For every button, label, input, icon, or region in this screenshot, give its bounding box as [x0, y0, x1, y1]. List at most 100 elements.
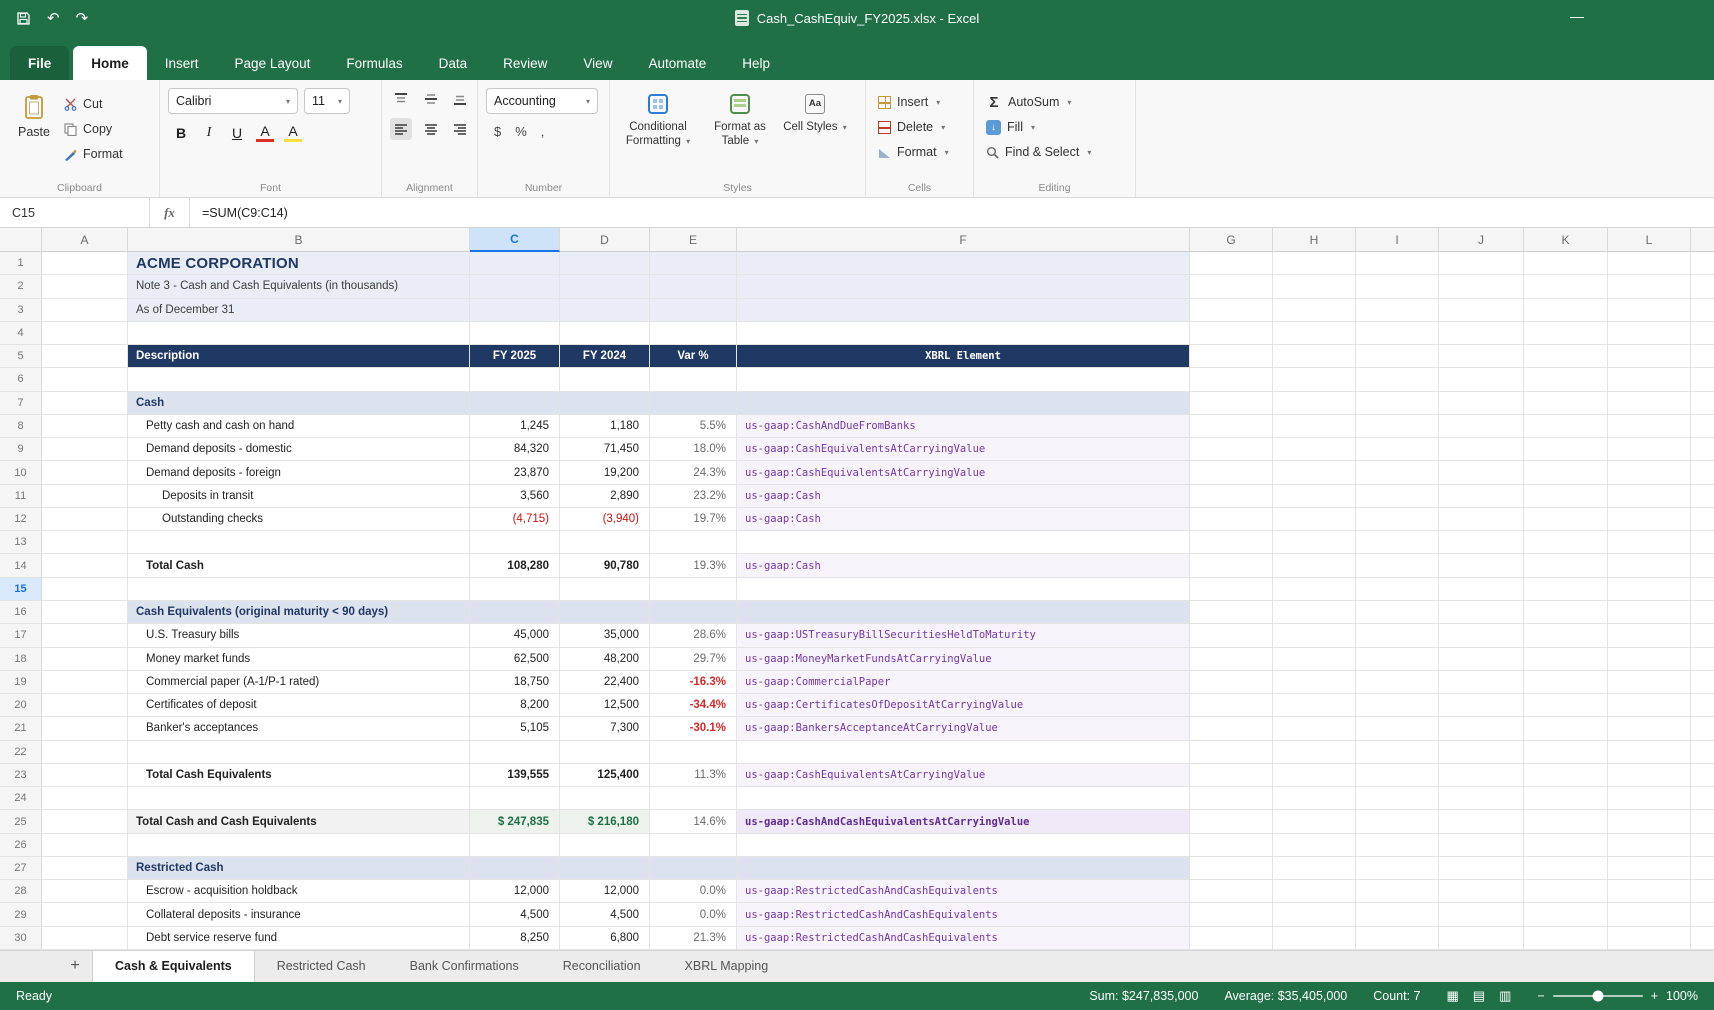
cell-K15[interactable] [1524, 578, 1608, 601]
cell-D24[interactable] [560, 787, 650, 810]
cell-partial30[interactable] [1691, 927, 1714, 950]
cell-L29[interactable] [1608, 903, 1691, 926]
cell-A2[interactable] [42, 275, 128, 298]
cell-I12[interactable] [1356, 508, 1439, 531]
cell-L16[interactable] [1608, 601, 1691, 624]
cell-F11[interactable]: us-gaap:Cash [737, 485, 1190, 508]
cell-E22[interactable] [650, 741, 737, 764]
cell-E2[interactable] [650, 275, 737, 298]
cell-C3[interactable] [470, 299, 560, 322]
row-header-16[interactable]: 16 [0, 601, 42, 624]
col-header-K[interactable]: K [1524, 228, 1608, 252]
cell-I22[interactable] [1356, 741, 1439, 764]
cell-K9[interactable] [1524, 438, 1608, 461]
cell-J1[interactable] [1439, 252, 1524, 275]
cell-A27[interactable] [42, 857, 128, 880]
cell-H10[interactable] [1273, 461, 1356, 484]
cell-D8[interactable]: 1,180 [560, 415, 650, 438]
cell-partial4[interactable] [1691, 322, 1714, 345]
zoom-out-button[interactable]: − [1537, 989, 1544, 1003]
col-header-F[interactable]: F [737, 228, 1190, 252]
cell-I4[interactable] [1356, 322, 1439, 345]
cell-partial16[interactable] [1691, 601, 1714, 624]
cell-L21[interactable] [1608, 717, 1691, 740]
cell-I9[interactable] [1356, 438, 1439, 461]
cell-H14[interactable] [1273, 554, 1356, 577]
cell-L20[interactable] [1608, 694, 1691, 717]
cell-H25[interactable] [1273, 810, 1356, 833]
cell-F29[interactable]: us-gaap:RestrictedCashAndCashEquivalents [737, 903, 1190, 926]
cell-H2[interactable] [1273, 275, 1356, 298]
cell-F9[interactable]: us-gaap:CashEquivalentsAtCarryingValue [737, 438, 1190, 461]
row-header-19[interactable]: 19 [0, 671, 42, 694]
cell-H22[interactable] [1273, 741, 1356, 764]
cell-partial19[interactable] [1691, 671, 1714, 694]
cell-E4[interactable] [650, 322, 737, 345]
cell-B2[interactable]: Note 3 - Cash and Cash Equivalents (in t… [128, 275, 470, 298]
cell-F14[interactable]: us-gaap:Cash [737, 554, 1190, 577]
cell-B21[interactable]: Banker's acceptances [128, 717, 470, 740]
col-header-J[interactable]: J [1439, 228, 1524, 252]
cell-F5[interactable]: XBRL Element [737, 345, 1190, 368]
cell-G5[interactable] [1190, 345, 1273, 368]
cell-A14[interactable] [42, 554, 128, 577]
cell-K25[interactable] [1524, 810, 1608, 833]
cell-G10[interactable] [1190, 461, 1273, 484]
fill-button[interactable]: ↓Fill▾ [982, 115, 1129, 139]
cell-C24[interactable] [470, 787, 560, 810]
cell-E30[interactable]: 21.3% [650, 927, 737, 950]
col-header-C[interactable]: C [470, 228, 560, 252]
sheet-tab-restricted-cash[interactable]: Restricted Cash [255, 951, 388, 982]
cell-G12[interactable] [1190, 508, 1273, 531]
cell-K17[interactable] [1524, 624, 1608, 647]
align-top-icon[interactable] [390, 88, 412, 110]
page-layout-view-icon[interactable]: ▤ [1473, 988, 1485, 1004]
cell-I11[interactable] [1356, 485, 1439, 508]
cell-D21[interactable]: 7,300 [560, 717, 650, 740]
cell-A16[interactable] [42, 601, 128, 624]
cell-A29[interactable] [42, 903, 128, 926]
cell-J2[interactable] [1439, 275, 1524, 298]
row-header-28[interactable]: 28 [0, 880, 42, 903]
cell-H21[interactable] [1273, 717, 1356, 740]
cell-I10[interactable] [1356, 461, 1439, 484]
cell-J14[interactable] [1439, 554, 1524, 577]
cell-D5[interactable]: FY 2024 [560, 345, 650, 368]
format-as-table-button[interactable]: Format as Table ▾ [700, 90, 780, 195]
cell-L27[interactable] [1608, 857, 1691, 880]
row-header-20[interactable]: 20 [0, 694, 42, 717]
cell-partial18[interactable] [1691, 648, 1714, 671]
cell-H11[interactable] [1273, 485, 1356, 508]
cell-J22[interactable] [1439, 741, 1524, 764]
menu-tab-home[interactable]: Home [73, 46, 147, 80]
cell-L8[interactable] [1608, 415, 1691, 438]
cell-B6[interactable] [128, 368, 470, 391]
cell-J21[interactable] [1439, 717, 1524, 740]
cell-D9[interactable]: 71,450 [560, 438, 650, 461]
cell-I26[interactable] [1356, 834, 1439, 857]
save-icon[interactable] [16, 11, 31, 26]
cell-I23[interactable] [1356, 764, 1439, 787]
menu-tab-review[interactable]: Review [485, 46, 565, 80]
cell-I14[interactable] [1356, 554, 1439, 577]
row-header-24[interactable]: 24 [0, 787, 42, 810]
cell-D27[interactable] [560, 857, 650, 880]
cell-partial29[interactable] [1691, 903, 1714, 926]
cell-K26[interactable] [1524, 834, 1608, 857]
cell-A4[interactable] [42, 322, 128, 345]
row-header-3[interactable]: 3 [0, 299, 42, 322]
cell-B19[interactable]: Commercial paper (A-1/P-1 rated) [128, 671, 470, 694]
currency-format-button[interactable]: $ [494, 124, 501, 139]
conditional-formatting-button[interactable]: Conditional Formatting ▾ [618, 90, 698, 195]
cell-A24[interactable] [42, 787, 128, 810]
cell-A23[interactable] [42, 764, 128, 787]
cell-D19[interactable]: 22,400 [560, 671, 650, 694]
cell-C9[interactable]: 84,320 [470, 438, 560, 461]
cell-E5[interactable]: Var % [650, 345, 737, 368]
cell-D14[interactable]: 90,780 [560, 554, 650, 577]
undo-icon[interactable]: ↶ [47, 11, 60, 26]
cell-J27[interactable] [1439, 857, 1524, 880]
cell-G29[interactable] [1190, 903, 1273, 926]
cell-J17[interactable] [1439, 624, 1524, 647]
cell-J20[interactable] [1439, 694, 1524, 717]
